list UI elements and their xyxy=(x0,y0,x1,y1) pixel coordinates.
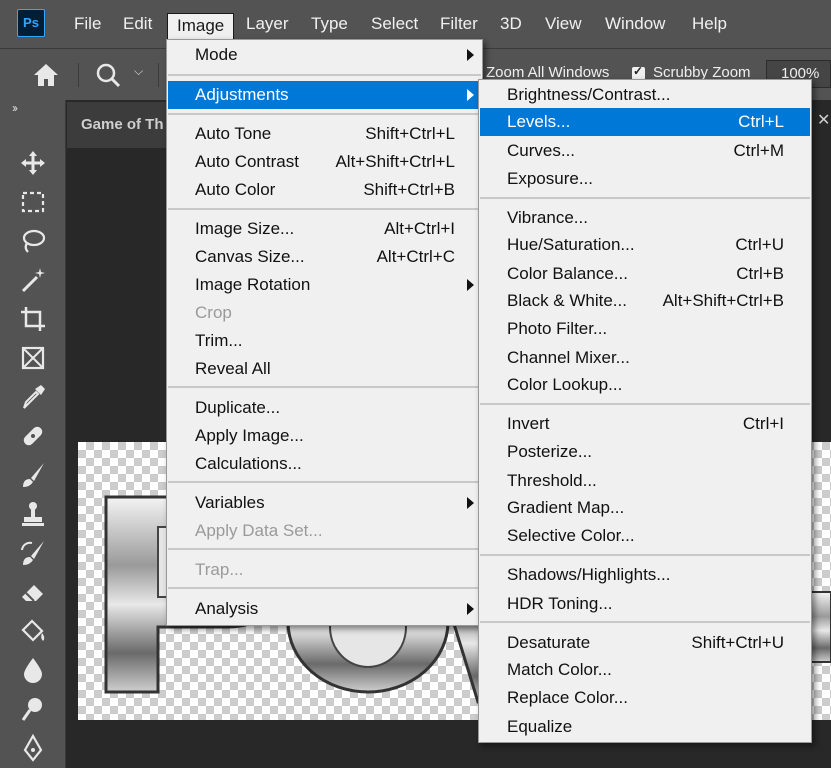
menu-item-analysis[interactable]: Analysis xyxy=(168,595,481,623)
pen-tool-icon[interactable] xyxy=(18,733,48,763)
menu-view[interactable]: View xyxy=(536,0,591,48)
menu-image[interactable]: Image xyxy=(167,13,235,40)
menu-item-invert[interactable]: Invert Ctrl+I xyxy=(480,410,810,438)
adjustments-submenu: Brightness/Contrast... Levels... Ctrl+L … xyxy=(478,79,812,743)
photoshop-logo[interactable]: Ps xyxy=(17,9,45,37)
menu-item-calculations[interactable]: Calculations... xyxy=(168,450,481,478)
paint-bucket-tool-icon[interactable] xyxy=(18,616,48,646)
tools-panel: ›› xyxy=(0,100,66,768)
menu-item-threshold[interactable]: Threshold... xyxy=(480,467,810,495)
menu-item-auto-contrast[interactable]: Auto Contrast Alt+Shift+Ctrl+L xyxy=(168,148,481,176)
magic-wand-tool-icon[interactable] xyxy=(18,265,48,295)
crop-tool-icon[interactable] xyxy=(18,304,48,334)
submenu-arrow-icon xyxy=(467,49,474,61)
menu-item-crop: Crop xyxy=(195,303,232,322)
menu-item-selective-color[interactable]: Selective Color... xyxy=(480,522,810,550)
menu-item-levels[interactable]: Levels... Ctrl+L xyxy=(480,108,810,136)
menu-item-trim[interactable]: Trim... xyxy=(168,327,481,355)
menu-item-duplicate[interactable]: Duplicate... xyxy=(168,394,481,422)
menu-help[interactable]: Help xyxy=(683,0,736,48)
menu-separator xyxy=(168,481,481,483)
document-tab[interactable]: Game of Th xyxy=(67,102,177,148)
menu-item-trap: Trap... xyxy=(195,560,244,579)
menu-separator xyxy=(480,621,810,623)
menu-item-exposure[interactable]: Exposure... xyxy=(480,165,810,193)
menu-item-auto-color[interactable]: Auto Color Shift+Ctrl+B xyxy=(168,176,481,204)
menu-item-black-white[interactable]: Black & White... Alt+Shift+Ctrl+B xyxy=(480,287,810,315)
eraser-tool-icon[interactable] xyxy=(18,577,48,607)
menu-item-adjustments[interactable]: Adjustments xyxy=(168,81,481,109)
menu-item-hue-saturation[interactable]: Hue/Saturation... Ctrl+U xyxy=(480,231,810,259)
menu-window[interactable]: Window xyxy=(596,0,674,48)
submenu-arrow-icon xyxy=(467,89,474,101)
submenu-arrow-icon xyxy=(467,279,474,291)
healing-brush-tool-icon[interactable] xyxy=(18,421,48,451)
menu-item-desaturate[interactable]: Desaturate Shift+Ctrl+U xyxy=(480,629,810,657)
menu-item-auto-tone[interactable]: Auto Tone Shift+Ctrl+L xyxy=(168,120,481,148)
menu-separator xyxy=(168,113,481,115)
menu-item-apply-data-set: Apply Data Set... xyxy=(195,521,323,540)
menu-item-replace-color[interactable]: Replace Color... xyxy=(480,684,810,712)
submenu-arrow-icon xyxy=(467,603,474,615)
marquee-tool-icon[interactable] xyxy=(18,187,48,217)
dodge-tool-icon[interactable] xyxy=(18,694,48,724)
menu-item-apply-image[interactable]: Apply Image... xyxy=(168,422,481,450)
menu-separator xyxy=(168,386,481,388)
brush-tool-icon[interactable] xyxy=(18,460,48,490)
clone-stamp-tool-icon[interactable] xyxy=(18,499,48,529)
home-icon[interactable] xyxy=(30,61,62,89)
menu-item-image-rotation[interactable]: Image Rotation xyxy=(168,271,481,299)
menu-item-equalize[interactable]: Equalize xyxy=(480,713,810,741)
menu-item-curves[interactable]: Curves... Ctrl+M xyxy=(480,137,810,165)
menu-item-gradient-map[interactable]: Gradient Map... xyxy=(480,494,810,522)
blur-tool-icon[interactable] xyxy=(18,655,48,685)
eyedropper-tool-icon[interactable] xyxy=(18,382,48,412)
move-tool-icon[interactable] xyxy=(18,148,48,178)
menu-separator xyxy=(168,74,481,76)
menu-separator xyxy=(168,208,481,210)
zoom-tool-icon[interactable] xyxy=(92,61,126,89)
menu-item-color-balance[interactable]: Color Balance... Ctrl+B xyxy=(480,260,810,288)
menu-item-match-color[interactable]: Match Color... xyxy=(480,656,810,684)
menu-item-channel-mixer[interactable]: Channel Mixer... xyxy=(480,344,810,372)
lasso-tool-icon[interactable] xyxy=(18,226,48,256)
menu-item-brightness-contrast[interactable]: Brightness/Contrast... xyxy=(480,81,810,109)
menu-separator xyxy=(480,197,810,199)
menu-item-mode[interactable]: Mode xyxy=(168,41,481,69)
history-brush-tool-icon[interactable] xyxy=(18,538,48,568)
menu-file[interactable]: File xyxy=(65,0,110,48)
menu-item-vibrance[interactable]: Vibrance... xyxy=(480,204,810,232)
options-separator xyxy=(78,63,79,87)
menu-item-color-lookup[interactable]: Color Lookup... xyxy=(480,371,810,399)
menu-separator xyxy=(168,548,481,550)
menu-item-posterize[interactable]: Posterize... xyxy=(480,438,810,466)
menu-separator xyxy=(168,587,481,589)
frame-tool-icon[interactable] xyxy=(18,343,48,373)
menu-item-image-size[interactable]: Image Size... Alt+Ctrl+I xyxy=(168,215,481,243)
menu-separator xyxy=(480,554,810,556)
submenu-arrow-icon xyxy=(467,497,474,509)
close-icon[interactable]: ✕ xyxy=(817,110,830,130)
menu-item-shadows-highlights[interactable]: Shadows/Highlights... xyxy=(480,561,810,589)
menu-separator xyxy=(480,403,810,405)
menu-item-canvas-size[interactable]: Canvas Size... Alt+Ctrl+C xyxy=(168,243,481,271)
menu-item-variables[interactable]: Variables xyxy=(168,489,481,517)
menu-item-hdr-toning[interactable]: HDR Toning... xyxy=(480,590,810,618)
menu-3d[interactable]: 3D xyxy=(491,0,531,48)
options-separator xyxy=(158,63,159,87)
collapse-panel-icon[interactable]: ›› xyxy=(12,101,18,115)
chevron-down-icon[interactable]: ⌵ xyxy=(134,64,143,79)
menu-edit[interactable]: Edit xyxy=(114,0,161,48)
image-menu: Mode Adjustments Auto Tone Shift+Ctrl+L … xyxy=(166,39,483,626)
menu-item-reveal-all[interactable]: Reveal All xyxy=(168,355,481,383)
menu-item-photo-filter[interactable]: Photo Filter... xyxy=(480,315,810,343)
